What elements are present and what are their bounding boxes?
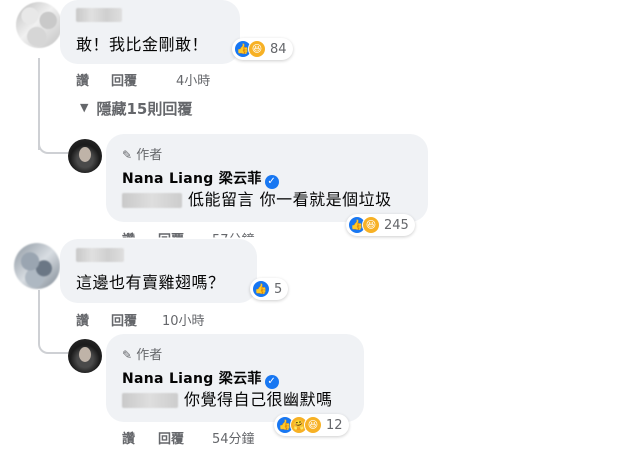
haha-reaction-icon: 😆 [362, 216, 380, 234]
author-badge: ✎ 作者 [122, 144, 162, 163]
comment-bubble: 這邊也有賣雞翅嗎？ [60, 239, 257, 303]
reaction-summary[interactable]: 👍 🤗 😆 12 [274, 414, 349, 436]
author-badge: ✎ 作者 [122, 344, 162, 363]
chevron-down-icon: ▼ [80, 101, 89, 114]
author-name[interactable]: Nana Liang 梁云菲 ✓ [122, 168, 279, 189]
author-badge-label: 作者 [136, 148, 163, 163]
reply-bubble: ✎ 作者 Nana Liang 梁云菲 ✓ 低能留言 你一看就是個垃圾 [106, 134, 428, 222]
reaction-count: 84 [270, 41, 287, 57]
reply-timestamp[interactable]: 54分鐘 [212, 428, 255, 447]
reaction-count: 245 [384, 217, 409, 233]
thread-curve-reply2 [38, 320, 68, 354]
author-name-text: Nana Liang 梁云菲 [122, 171, 262, 187]
reply-action[interactable]: 回覆 [158, 428, 184, 447]
commenter-avatar[interactable] [16, 2, 62, 48]
comment-timestamp[interactable]: 10小時 [162, 310, 205, 329]
reaction-summary[interactable]: 👍 😆 84 [232, 38, 293, 60]
like-reaction-icon: 👍 [252, 280, 270, 298]
like-action[interactable]: 讚 [76, 310, 89, 329]
reply-text: 你覺得自己很幽默嗎 [184, 390, 333, 409]
pencil-icon: ✎ [122, 148, 133, 162]
tagged-user-blurred[interactable] [122, 193, 182, 208]
commenter-name-blurred[interactable] [76, 248, 124, 262]
reaction-count: 12 [326, 417, 343, 433]
commenter-name-blurred[interactable] [76, 8, 122, 22]
verified-badge-icon: ✓ [264, 375, 279, 389]
author-avatar[interactable] [68, 339, 102, 373]
verified-badge-icon: ✓ [264, 175, 279, 189]
author-name-text: Nana Liang 梁云菲 [122, 371, 262, 387]
reaction-summary[interactable]: 👍 5 [250, 278, 289, 300]
author-badge-label: 作者 [136, 348, 163, 363]
reaction-summary[interactable]: 👍 😆 245 [346, 214, 415, 236]
haha-reaction-icon: 😆 [304, 416, 322, 434]
comment-text: 敢！我比金剛敢！ [76, 35, 209, 54]
comment-timestamp[interactable]: 4小時 [176, 70, 210, 89]
author-name[interactable]: Nana Liang 梁云菲 ✓ [122, 368, 279, 389]
comment-text: 這邊也有賣雞翅嗎？ [76, 273, 225, 292]
like-action[interactable]: 讚 [122, 428, 135, 447]
show-hidden-replies-button[interactable]: ▼ 隱藏15則回覆 [80, 98, 192, 119]
reaction-count: 5 [274, 281, 283, 297]
author-avatar[interactable] [68, 139, 102, 173]
reply-bubble: ✎ 作者 Nana Liang 梁云菲 ✓ 你覺得自己很幽默嗎 [106, 334, 364, 422]
pencil-icon: ✎ [122, 348, 133, 362]
tagged-user-blurred[interactable] [122, 393, 178, 408]
hidden-replies-label: 隱藏15則回覆 [96, 100, 193, 118]
thread-curve-reply1 [38, 120, 68, 154]
like-action[interactable]: 讚 [76, 70, 89, 89]
reply-action[interactable]: 回覆 [111, 70, 137, 89]
commenter-avatar[interactable] [14, 243, 60, 289]
reply-action[interactable]: 回覆 [111, 310, 137, 329]
comment-bubble: 敢！我比金剛敢！ [60, 0, 240, 64]
haha-reaction-icon: 😆 [248, 40, 266, 58]
reply-text: 低能留言 你一看就是個垃圾 [188, 190, 392, 209]
